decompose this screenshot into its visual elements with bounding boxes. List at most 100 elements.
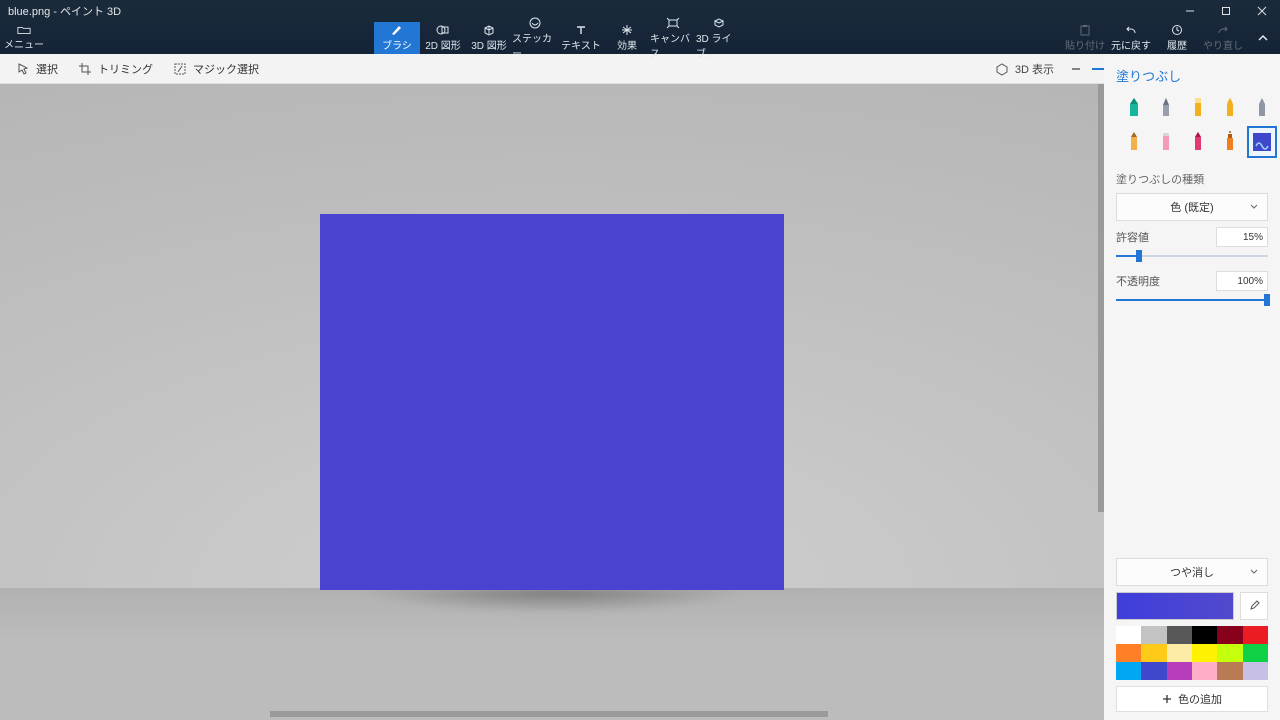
- crop-label: トリミング: [98, 61, 153, 77]
- redo-icon: [1216, 24, 1230, 36]
- swatch[interactable]: [1116, 662, 1141, 680]
- tab-2d-shapes[interactable]: 2D 図形: [420, 22, 466, 54]
- sticker-icon: [527, 17, 543, 29]
- tool-oil-brush[interactable]: [1184, 93, 1212, 123]
- shapes3d-icon: [481, 24, 497, 36]
- tab-label: ステッカー: [512, 30, 558, 60]
- tool-tabs: ブラシ 2D 図形 3D 図形 ステッカー テキスト 効果 キャンバス 3D: [374, 22, 742, 54]
- add-color-button[interactable]: 色の追加: [1116, 686, 1268, 712]
- tool-watercolor[interactable]: [1216, 93, 1244, 123]
- tab-label: 3D 図形: [471, 37, 507, 52]
- view-3d-toggle[interactable]: 3D 表示: [989, 61, 1060, 77]
- tab-canvas[interactable]: キャンバス: [650, 22, 696, 54]
- swatch[interactable]: [1243, 626, 1268, 644]
- tab-3d-shapes[interactable]: 3D 図形: [466, 22, 512, 54]
- finish-dropdown[interactable]: つや消し: [1116, 558, 1268, 586]
- paste-button[interactable]: 貼り付け: [1062, 22, 1108, 54]
- tool-pixel-pen[interactable]: [1248, 93, 1276, 123]
- tool-spray-can[interactable]: [1216, 127, 1244, 157]
- tab-stickers[interactable]: ステッカー: [512, 22, 558, 54]
- window-title: blue.png - ペイント 3D: [0, 3, 121, 19]
- tool-pencil[interactable]: [1120, 127, 1148, 157]
- effects-icon: [619, 24, 635, 36]
- select-tool[interactable]: 選択: [6, 54, 68, 84]
- tab-label: 効果: [617, 37, 637, 52]
- undo-icon: [1124, 24, 1138, 36]
- tolerance-slider[interactable]: [1116, 253, 1268, 259]
- panel-title: 塗りつぶし: [1104, 54, 1280, 93]
- opacity-row: 不透明度: [1104, 271, 1280, 291]
- swatch[interactable]: [1116, 626, 1141, 644]
- swatch[interactable]: [1141, 662, 1166, 680]
- swatch[interactable]: [1243, 662, 1268, 680]
- history-button[interactable]: 履歴: [1154, 22, 1200, 54]
- opacity-slider-thumb[interactable]: [1264, 294, 1270, 306]
- tool-fill[interactable]: [1248, 127, 1276, 157]
- magic-select-label: マジック選択: [193, 61, 259, 77]
- text-icon: [573, 24, 589, 36]
- swatch[interactable]: [1243, 644, 1268, 662]
- swatch[interactable]: [1192, 662, 1217, 680]
- opacity-input[interactable]: [1216, 271, 1268, 291]
- current-color[interactable]: [1116, 592, 1234, 620]
- folder-icon: [17, 25, 31, 35]
- tab-3d-library[interactable]: 3D ライブ…: [696, 22, 742, 54]
- tab-brushes[interactable]: ブラシ: [374, 22, 420, 54]
- swatch[interactable]: [1217, 662, 1242, 680]
- chevron-up-icon: [1257, 32, 1269, 44]
- tool-eraser[interactable]: [1152, 127, 1180, 157]
- tab-text[interactable]: テキスト: [558, 22, 604, 54]
- tab-effects[interactable]: 効果: [604, 22, 650, 54]
- tolerance-label: 許容値: [1116, 229, 1149, 245]
- close-button[interactable]: [1244, 0, 1280, 22]
- right-tools: 貼り付け 元に戻す 履歴 やり直し: [1062, 22, 1280, 54]
- current-color-row: [1104, 592, 1280, 626]
- swatch[interactable]: [1141, 626, 1166, 644]
- crop-tool[interactable]: トリミング: [68, 54, 163, 84]
- horizontal-scrollbar[interactable]: [270, 711, 828, 717]
- magic-select-tool[interactable]: マジック選択: [163, 54, 269, 84]
- side-panel: 塗りつぶし 塗りつぶしの種類 色 (既定) 許容値 不透明度 つや消し: [1104, 54, 1280, 720]
- undo-button[interactable]: 元に戻す: [1108, 22, 1154, 54]
- tool-crayon[interactable]: [1184, 127, 1212, 157]
- select-label: 選択: [36, 61, 58, 77]
- maximize-button[interactable]: [1208, 0, 1244, 22]
- swatch[interactable]: [1217, 626, 1242, 644]
- tool-label: 元に戻す: [1111, 37, 1151, 52]
- tab-label: ブラシ: [382, 37, 412, 52]
- swatch[interactable]: [1192, 626, 1217, 644]
- tab-label: 2D 図形: [425, 37, 461, 52]
- swatch[interactable]: [1141, 644, 1166, 662]
- cursor-icon: [16, 62, 30, 76]
- color-block: つや消し: [1104, 558, 1280, 720]
- fill-type-dropdown[interactable]: 色 (既定): [1116, 193, 1268, 221]
- horizontal-scrollbar-thumb[interactable]: [270, 711, 828, 717]
- swatch[interactable]: [1167, 644, 1192, 662]
- swatch[interactable]: [1116, 644, 1141, 662]
- swatch[interactable]: [1192, 644, 1217, 662]
- menu-button[interactable]: メニュー: [0, 22, 48, 54]
- chevron-down-icon: [1249, 202, 1259, 212]
- swatch[interactable]: [1217, 644, 1242, 662]
- swatch[interactable]: [1167, 626, 1192, 644]
- title-bar: blue.png - ペイント 3D: [0, 0, 1280, 22]
- zoom-out-button[interactable]: [1066, 59, 1086, 79]
- canvas[interactable]: [320, 214, 784, 590]
- expand-panel-button[interactable]: [1246, 22, 1280, 54]
- window-controls: [1172, 0, 1280, 22]
- shapes2d-icon: [435, 24, 451, 36]
- sub-toolbar: 選択 トリミング マジック選択 3D 表示 100% ⋯: [0, 54, 1280, 84]
- swatch[interactable]: [1167, 662, 1192, 680]
- tolerance-slider-thumb[interactable]: [1136, 250, 1142, 262]
- chevron-down-icon: [1249, 567, 1259, 577]
- tolerance-input[interactable]: [1216, 227, 1268, 247]
- canvas-icon: [665, 17, 681, 29]
- redo-button[interactable]: やり直し: [1200, 22, 1246, 54]
- tool-label: 履歴: [1167, 37, 1187, 52]
- tool-marker[interactable]: [1120, 93, 1148, 123]
- eyedropper-button[interactable]: [1240, 592, 1268, 620]
- tab-label: テキスト: [561, 37, 601, 52]
- tool-calligraphy-pen[interactable]: [1152, 93, 1180, 123]
- opacity-slider[interactable]: [1116, 297, 1268, 303]
- minimize-button[interactable]: [1172, 0, 1208, 22]
